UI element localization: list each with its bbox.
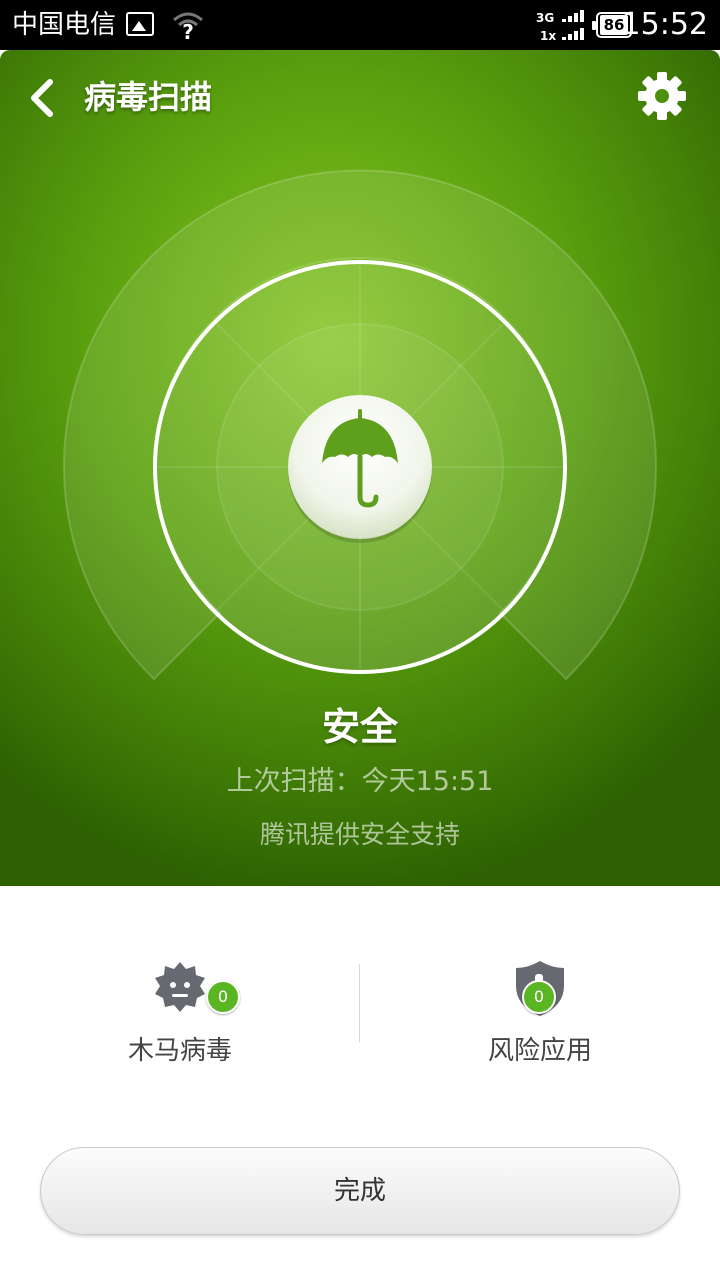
virus-gear-icon — [155, 962, 205, 1012]
carrier-name: 中国电信 — [12, 10, 117, 40]
risk-app-count-badge: 0 — [522, 980, 556, 1014]
network-type-primary: 3G — [536, 11, 554, 25]
wifi-icon: ? — [173, 12, 203, 42]
support-note: 腾讯提供安全支持 — [259, 820, 460, 849]
clock: 15:52 — [621, 7, 708, 42]
network-type-secondary: 1x — [540, 29, 556, 43]
risk-app-stat[interactable]: 0 风险应用 — [360, 958, 720, 1078]
scan-status: 安全 — [321, 705, 398, 749]
last-scan-time: 上次扫描：今天15:51 — [226, 766, 494, 797]
risk-app-label: 风险应用 — [487, 1036, 592, 1066]
trojan-count-badge: 0 — [206, 980, 240, 1014]
status-bar: 中国电信 ? 3G 1x 86 15:52 — [0, 0, 720, 50]
scan-gauge — [63, 169, 657, 681]
cellular-signal-icon: 3G 1x — [536, 10, 584, 43]
umbrella-button — [288, 395, 432, 543]
scan-result-panel: 病毒扫描 安全 上次扫描：今天15:51 腾讯提供安全支持 — [0, 50, 720, 886]
svg-text:?: ? — [182, 20, 194, 42]
image-notification-icon — [126, 12, 154, 36]
done-button[interactable]: 完成 — [40, 1147, 680, 1235]
trojan-virus-label: 木马病毒 — [127, 1036, 232, 1066]
trojan-virus-stat[interactable]: 0 木马病毒 — [0, 958, 360, 1078]
